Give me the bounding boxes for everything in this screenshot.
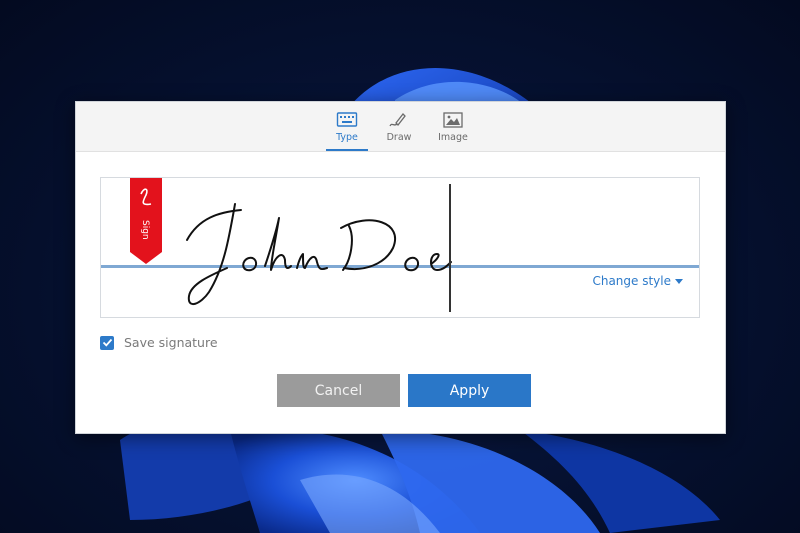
- tab-image-label: Image: [438, 132, 468, 143]
- chevron-down-icon: [675, 279, 683, 284]
- checkmark-icon: [102, 338, 112, 347]
- sign-flag-label: Sign: [140, 220, 150, 240]
- keyboard-icon: [336, 112, 358, 127]
- tab-draw-label: Draw: [386, 132, 412, 143]
- save-signature-label: Save signature: [124, 335, 218, 350]
- change-style-dropdown[interactable]: Change style: [592, 274, 683, 288]
- tab-image[interactable]: Image: [430, 108, 476, 150]
- apply-button[interactable]: Apply: [408, 374, 531, 407]
- adobe-sign-flag: Sign: [130, 178, 162, 264]
- pen-draw-icon: [389, 113, 406, 127]
- save-signature-row: Save signature: [100, 335, 218, 350]
- change-style-label: Change style: [592, 274, 671, 288]
- save-signature-checkbox[interactable]: [100, 335, 114, 350]
- signature-mode-tabs: Type Draw Image: [76, 102, 725, 152]
- cancel-button[interactable]: Cancel: [277, 374, 400, 407]
- signature-input-area[interactable]: Sign Change style: [100, 177, 700, 318]
- signature-preview: [186, 203, 452, 306]
- image-icon: [443, 112, 463, 128]
- tab-type-label: Type: [336, 132, 358, 143]
- tab-type[interactable]: Type: [324, 108, 370, 151]
- text-cursor: [449, 184, 451, 312]
- tab-draw[interactable]: Draw: [376, 108, 422, 150]
- signature-dialog: Type Draw Image Sign Change style Save s…: [75, 101, 726, 434]
